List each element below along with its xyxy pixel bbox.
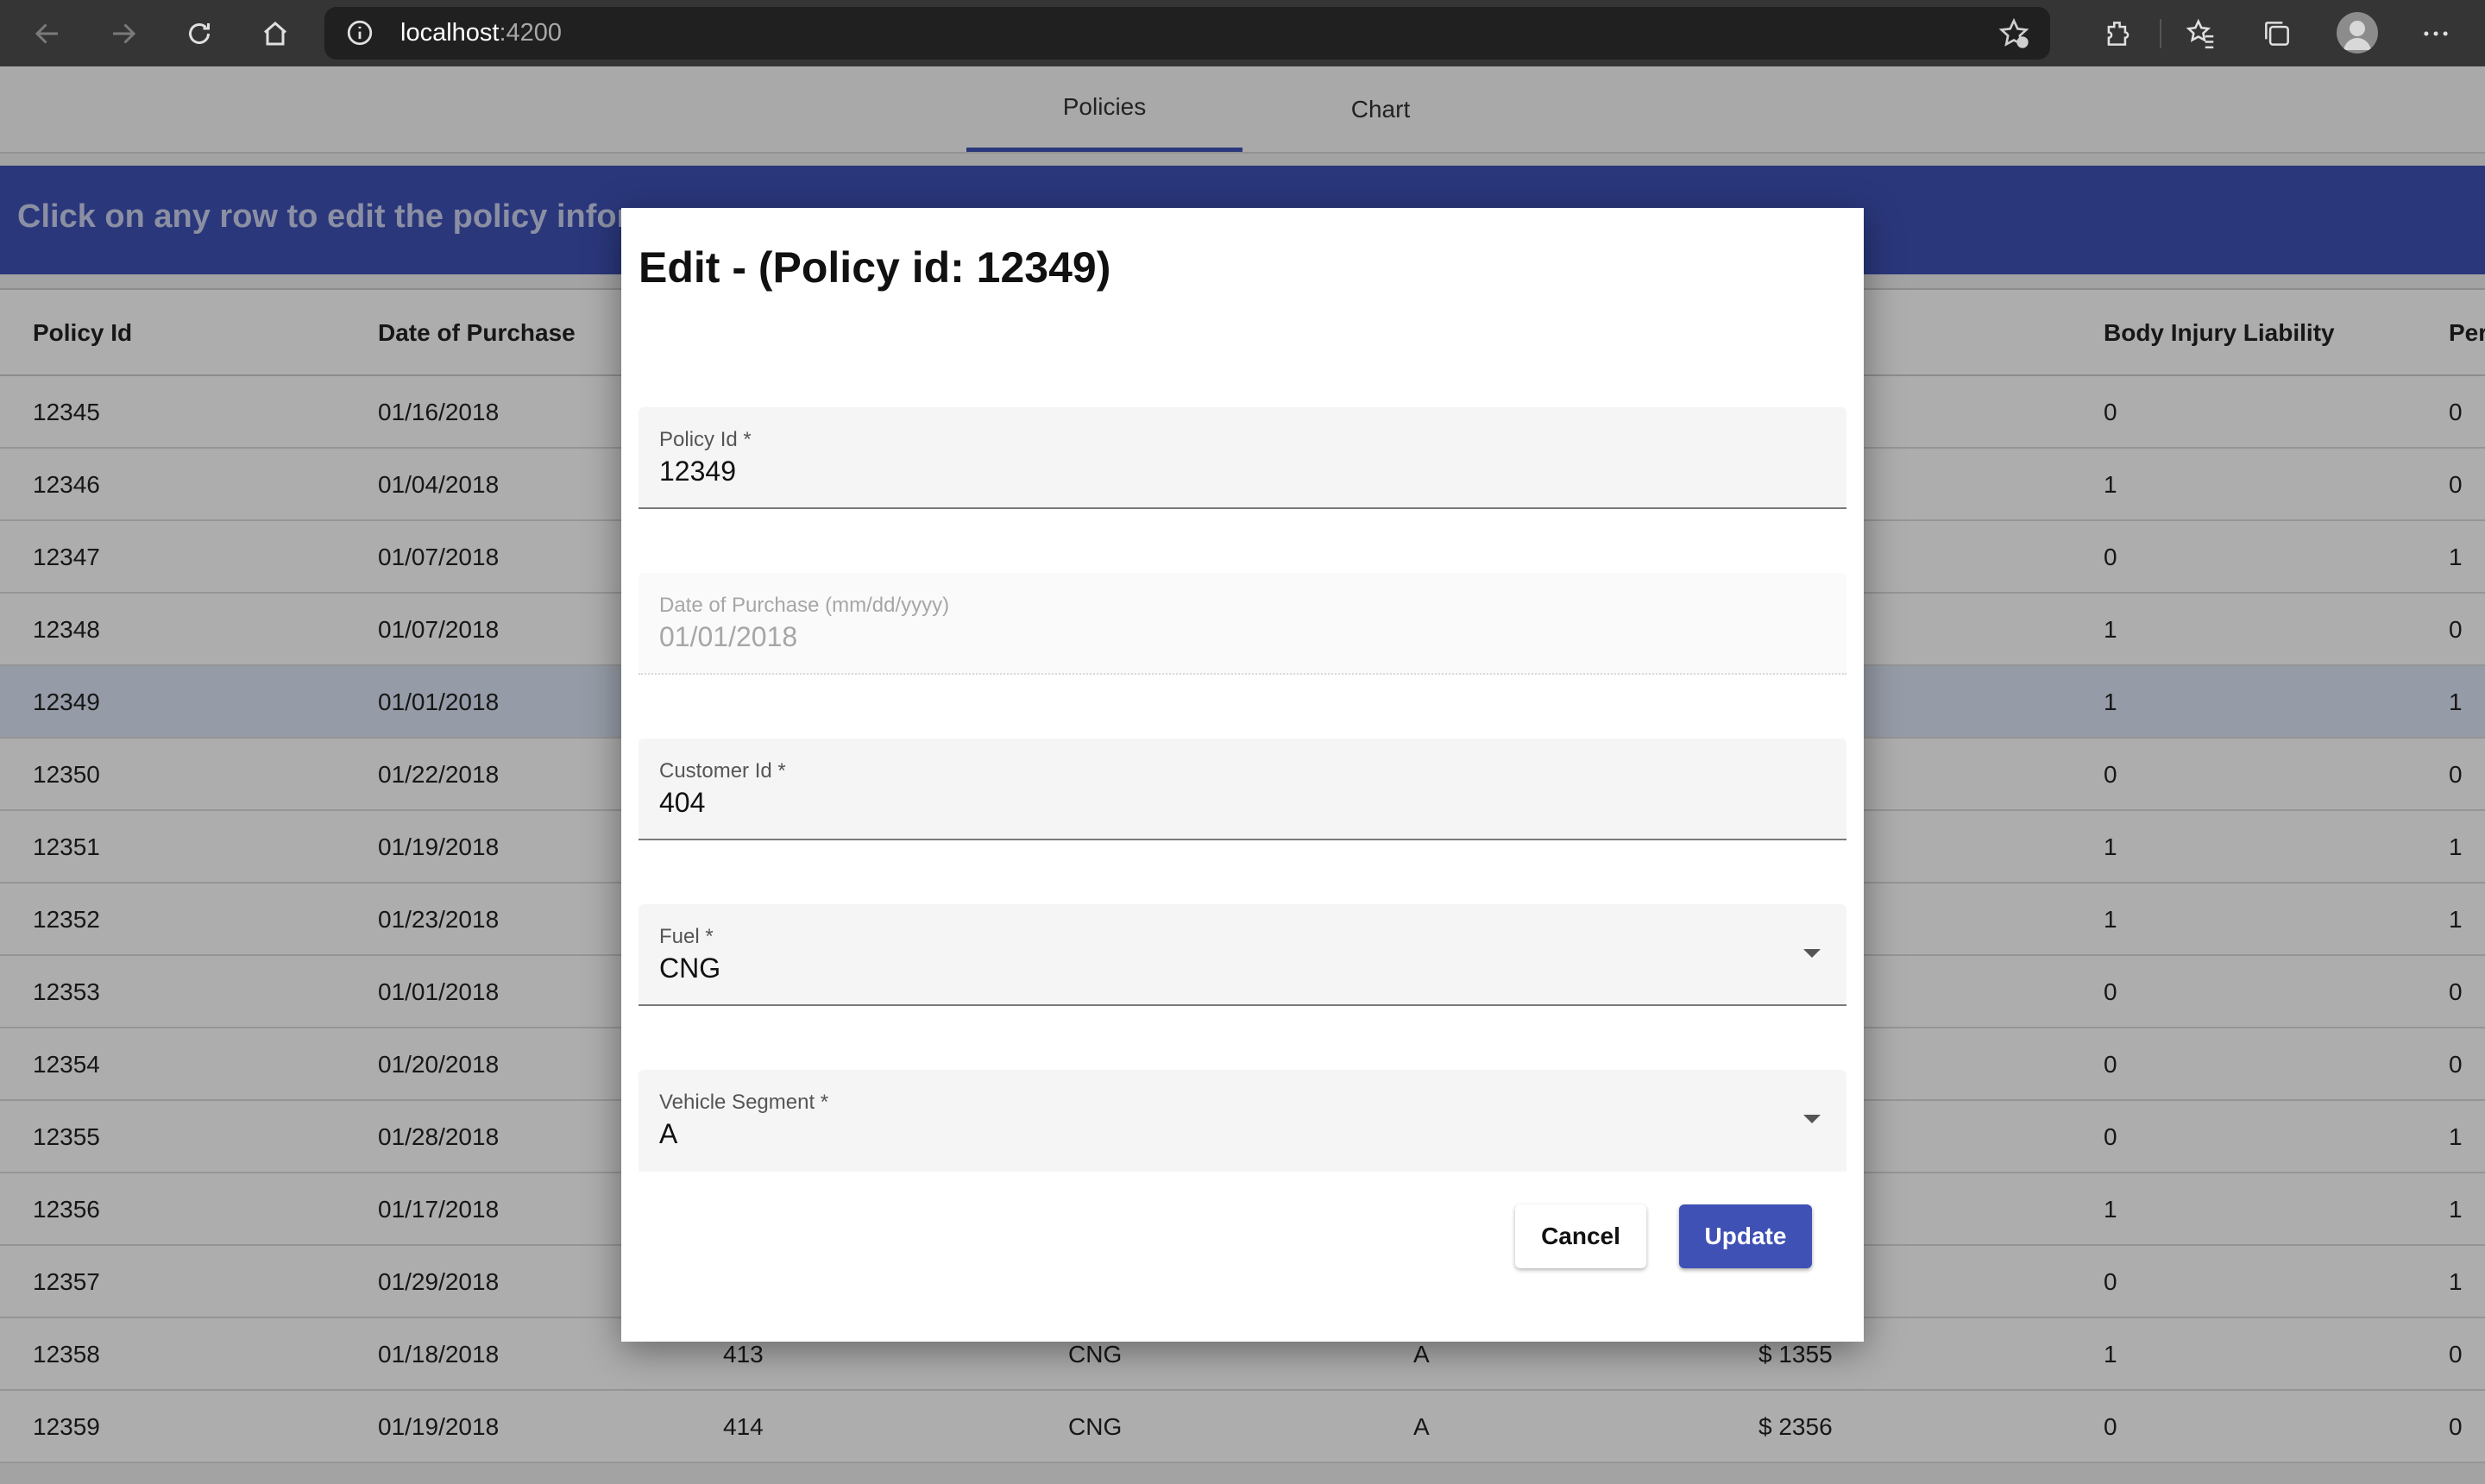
favorites-icon[interactable] [2180, 12, 2223, 55]
browser-toolbar: localhost:4200 [0, 0, 2485, 66]
refresh-icon[interactable] [178, 12, 221, 55]
edit-policy-dialog: Edit - (Policy id: 12349) Policy Id * 12… [621, 208, 1864, 1342]
address-bar[interactable]: localhost:4200 [324, 7, 2050, 60]
field-label: Vehicle Segment * [659, 1091, 829, 1114]
url-text: localhost:4200 [400, 19, 563, 47]
customer-id-field[interactable]: Customer Id * 404 [639, 739, 1846, 840]
dropdown-arrow-icon[interactable] [1803, 949, 1821, 958]
field-value[interactable]: CNG [659, 953, 720, 984]
add-favorite-icon[interactable] [1997, 16, 2031, 51]
field-value[interactable]: 12349 [659, 456, 736, 487]
field-value[interactable]: 404 [659, 787, 705, 819]
cancel-button[interactable]: Cancel [1515, 1204, 1646, 1268]
field-label: Fuel * [659, 925, 714, 948]
forward-icon[interactable] [102, 12, 145, 55]
extensions-icon[interactable] [2097, 12, 2140, 55]
home-icon[interactable] [254, 12, 297, 55]
back-icon[interactable] [26, 12, 69, 55]
update-button[interactable]: Update [1679, 1204, 1812, 1268]
field-label: Date of Purchase (mm/dd/yyyy) [659, 594, 950, 617]
field-label: Customer Id * [659, 759, 786, 783]
dialog-title: Edit - (Policy id: 12349) [639, 243, 1111, 292]
vehicle-segment-select[interactable]: Vehicle Segment * A [639, 1070, 1846, 1172]
collections-icon[interactable] [2255, 12, 2299, 55]
more-options-icon[interactable] [2414, 12, 2457, 55]
profile-avatar[interactable] [2337, 12, 2378, 53]
field-value: 01/01/2018 [659, 621, 798, 652]
policy-id-field[interactable]: Policy Id * 12349 [639, 407, 1846, 509]
toolbar-divider [2160, 19, 2161, 48]
field-value[interactable]: A [659, 1118, 677, 1150]
field-label: Policy Id * [659, 428, 752, 451]
fuel-select[interactable]: Fuel * CNG [639, 904, 1846, 1006]
site-info-icon[interactable] [345, 18, 374, 47]
dropdown-arrow-icon[interactable] [1803, 1115, 1821, 1123]
date-of-purchase-field: Date of Purchase (mm/dd/yyyy) 01/01/2018 [639, 573, 1846, 675]
